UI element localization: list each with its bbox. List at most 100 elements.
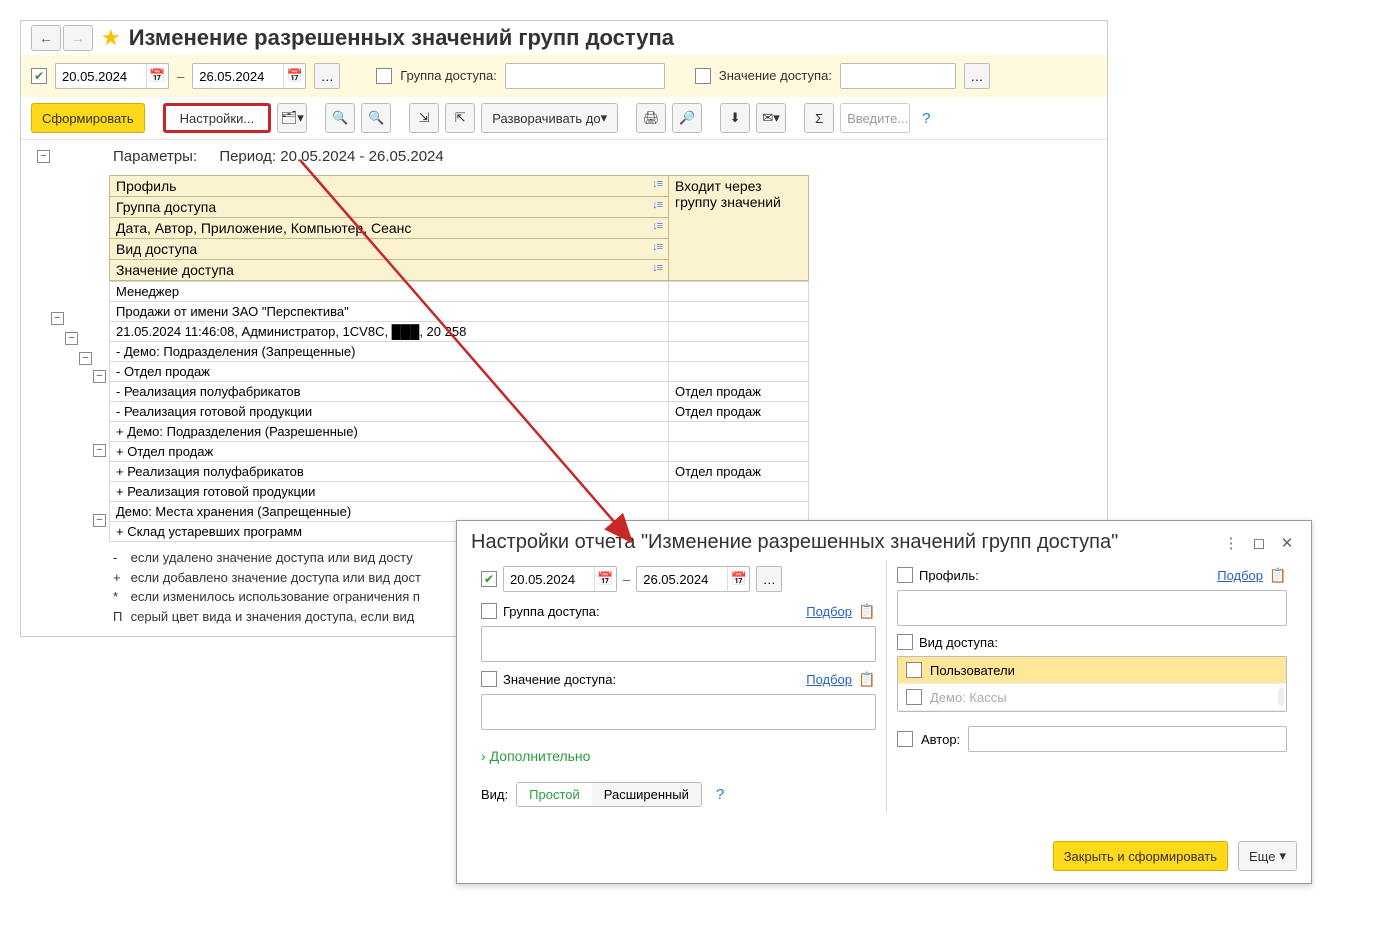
collapse-node-icon[interactable]: −	[93, 444, 106, 457]
collapse-all-button[interactable]: ⇱	[445, 103, 475, 133]
popup-group-select-link[interactable]: Подбор	[806, 604, 852, 619]
popup-help-button[interactable]: ?	[716, 786, 724, 803]
paste-icon[interactable]: 📋	[858, 602, 876, 620]
date-from-input[interactable]	[56, 69, 146, 84]
expand-to-button[interactable]: Разворачивать до ▾	[481, 103, 618, 133]
calendar-icon[interactable]: 📅	[283, 64, 305, 88]
group-filter-checkbox[interactable]	[376, 68, 392, 84]
table-cell: + Реализация полуфабрикатов	[110, 462, 669, 482]
popup-author-input[interactable]	[968, 726, 1287, 752]
paste-icon[interactable]: 📋	[1269, 566, 1287, 584]
table-row[interactable]: Демо: Места хранения (Запрещенные)	[110, 502, 809, 522]
paste-icon[interactable]: 📋	[858, 670, 876, 688]
popup-date-from-input[interactable]	[504, 572, 594, 587]
collapse-node-icon[interactable]: −	[79, 352, 92, 365]
list-item-checkbox[interactable]	[906, 662, 922, 678]
group-filter-input[interactable]	[505, 63, 665, 89]
popup-maximize-button[interactable]: ◻	[1249, 533, 1269, 553]
collapse-node-icon[interactable]: −	[65, 332, 78, 345]
popup-profile-select-link[interactable]: Подбор	[1217, 568, 1263, 583]
popup-menu-button[interactable]: ⋮	[1221, 533, 1241, 553]
popup-right-column: Профиль: Подбор 📋 Вид доступа: Пользоват…	[887, 560, 1297, 813]
date-to-input[interactable]	[193, 69, 283, 84]
value-filter-checkbox[interactable]	[695, 68, 711, 84]
popup-value-box[interactable]	[481, 694, 876, 730]
value-filter-input[interactable]	[840, 63, 956, 89]
save-button[interactable]: ⬇	[720, 103, 750, 133]
popup-author-checkbox[interactable]	[897, 731, 913, 747]
folder-gear-icon: 🗂	[281, 110, 298, 126]
table-cell: Отдел продаж	[669, 462, 809, 482]
table-row[interactable]: - Реализация готовой продукцииОтдел прод…	[110, 402, 809, 422]
table-row[interactable]: - Реализация полуфабрикатовОтдел продаж	[110, 382, 809, 402]
period-picker-button[interactable]: …	[314, 63, 340, 89]
table-row[interactable]: - Отдел продаж	[110, 362, 809, 382]
popup-access-type-checkbox[interactable]	[897, 634, 913, 650]
quick-find-input[interactable]: Введите...	[840, 103, 910, 133]
popup-group-box[interactable]	[481, 626, 876, 662]
collapse-node-icon[interactable]: −	[93, 370, 106, 383]
date-to-field[interactable]: 📅	[192, 63, 306, 89]
find-next-button[interactable]: 🔍	[361, 103, 391, 133]
print-button[interactable]: 🖨	[636, 103, 666, 133]
sum-button[interactable]: Σ	[804, 103, 834, 133]
star-icon: ★	[101, 25, 121, 51]
table-row[interactable]: + Реализация полуфабрикатовОтдел продаж	[110, 462, 809, 482]
table-cell	[669, 442, 809, 462]
popup-date-from[interactable]: 📅	[503, 566, 617, 592]
popup-view-advanced[interactable]: Расширенный	[592, 783, 701, 806]
table-row[interactable]: Менеджер	[110, 282, 809, 302]
table-row[interactable]: - Демо: Подразделения (Запрещенные)	[110, 342, 809, 362]
list-item-checkbox[interactable]	[906, 689, 922, 705]
list-item[interactable]: Демо: Кассы	[898, 684, 1286, 711]
popup-period-checkbox[interactable]: ✔	[481, 571, 497, 587]
params-value: Период: 20.05.2024 - 26.05.2024	[219, 148, 443, 165]
popup-header: Настройки отчета "Изменение разрешенных …	[457, 521, 1311, 560]
settings-button[interactable]: Настройки...	[163, 103, 272, 133]
period-checkbox[interactable]: ✔	[31, 68, 47, 84]
popup-value-checkbox[interactable]	[481, 671, 497, 687]
popup-close-generate-button[interactable]: Закрыть и сформировать	[1053, 841, 1228, 871]
calendar-icon[interactable]: 📅	[594, 567, 616, 591]
popup-group-checkbox[interactable]	[481, 603, 497, 619]
popup-view-simple[interactable]: Простой	[517, 783, 592, 806]
popup-profile-box[interactable]	[897, 590, 1287, 626]
nav-forward-button[interactable]: →	[63, 25, 93, 51]
email-button[interactable]: ✉▾	[756, 103, 786, 133]
chevron-down-icon: ▾	[1279, 848, 1286, 864]
popup-close-button[interactable]: ✕	[1277, 533, 1297, 553]
calendar-icon[interactable]: 📅	[146, 64, 168, 88]
popup-date-to[interactable]: 📅	[636, 566, 750, 592]
header-cell: Профиль↓≡	[110, 176, 669, 197]
help-button[interactable]: ?	[922, 110, 930, 127]
collapse-icon: ⇱	[455, 110, 466, 126]
popup-profile-label: Профиль:	[919, 568, 979, 583]
scrollbar[interactable]	[1278, 688, 1284, 706]
popup-date-to-input[interactable]	[637, 572, 727, 587]
calendar-icon[interactable]: 📅	[727, 567, 749, 591]
nav-back-button[interactable]: ←	[31, 25, 61, 51]
popup-period-picker-button[interactable]: …	[756, 566, 782, 592]
value-filter-picker-button[interactable]: …	[964, 63, 990, 89]
find-button[interactable]: 🔍	[325, 103, 355, 133]
table-row[interactable]: Продажи от имени ЗАО "Перспектива"	[110, 302, 809, 322]
expand-all-button[interactable]: ⇲	[409, 103, 439, 133]
settings-variants-button[interactable]: 🗂▾	[277, 103, 307, 133]
list-item[interactable]: Пользователи	[898, 657, 1286, 684]
table-row[interactable]: 21.05.2024 11:46:08, Администратор, 1CV8…	[110, 322, 809, 342]
collapse-node-icon[interactable]: −	[93, 514, 106, 527]
date-from-field[interactable]: 📅	[55, 63, 169, 89]
popup-profile-checkbox[interactable]	[897, 567, 913, 583]
table-row[interactable]: + Отдел продаж	[110, 442, 809, 462]
popup-additional-toggle[interactable]: ›Дополнительно	[481, 738, 876, 774]
sort-icon: ↓≡	[652, 220, 662, 232]
collapse-node-icon[interactable]: −	[37, 150, 50, 163]
generate-button[interactable]: Сформировать	[31, 103, 145, 133]
collapse-node-icon[interactable]: −	[51, 312, 64, 325]
table-cell: - Реализация готовой продукции	[110, 402, 669, 422]
popup-value-select-link[interactable]: Подбор	[806, 672, 852, 687]
popup-more-button[interactable]: Еще▾	[1238, 841, 1297, 871]
print-preview-button[interactable]: 🔎	[672, 103, 702, 133]
table-row[interactable]: + Реализация готовой продукции	[110, 482, 809, 502]
table-row[interactable]: + Демо: Подразделения (Разрешенные)	[110, 422, 809, 442]
